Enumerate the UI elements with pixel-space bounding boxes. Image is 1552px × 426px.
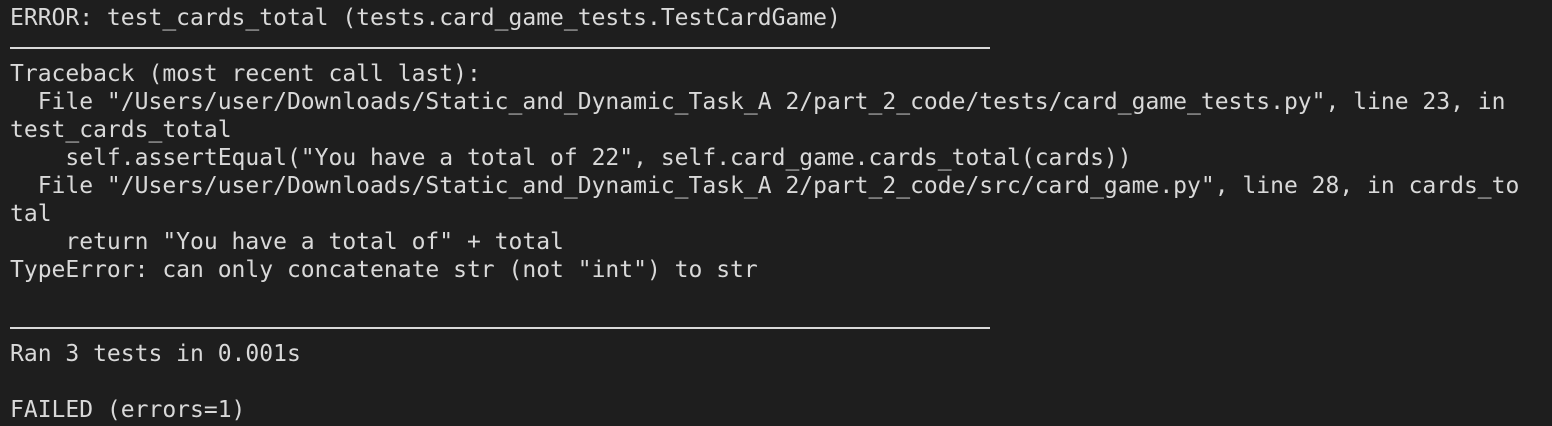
terminal-output[interactable]: ERROR: test_cards_total (tests.card_game… <box>0 0 1552 426</box>
separator-line <box>10 32 1552 60</box>
traceback-frame-function: test_cards_total <box>10 117 232 143</box>
traceback-frame-file: File "/Users/user/Downloads/Static_and_D… <box>10 173 1520 199</box>
traceback-frame-file: File "/Users/user/Downloads/Static_and_D… <box>10 89 1506 115</box>
traceback-frame-code: self.assertEqual("You have a total of 22… <box>10 145 1132 171</box>
test-run-summary: Ran 3 tests in 0.001s <box>10 341 301 367</box>
test-result-status: FAILED (errors=1) <box>10 397 246 423</box>
traceback-frame-code: return "You have a total of" + total <box>10 229 564 255</box>
exception-message: TypeError: can only concatenate str (not… <box>10 257 758 283</box>
error-header: ERROR: test_cards_total (tests.card_game… <box>10 5 841 31</box>
traceback-header: Traceback (most recent call last): <box>10 61 481 87</box>
separator-line <box>10 312 1552 340</box>
traceback-frame-function: tal <box>10 201 52 227</box>
